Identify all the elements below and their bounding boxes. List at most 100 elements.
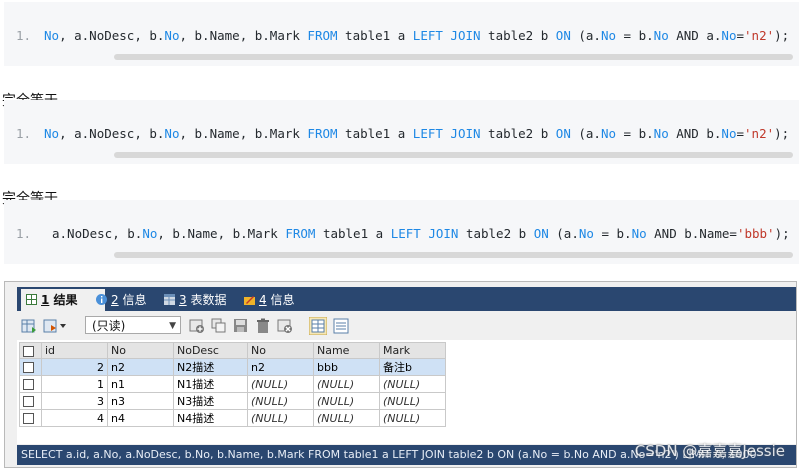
code-block-2: 1. No, a.NoDesc, b.No, b.Name, b.Mark FR… <box>4 100 799 164</box>
sql-keyword: No <box>721 28 737 43</box>
table-cell[interactable]: 4 <box>41 409 108 427</box>
sql-text: , b.Name, b.Mark <box>157 226 286 241</box>
table-cell[interactable]: n3 <box>107 392 174 410</box>
table-cell[interactable]: N1描述 <box>173 375 248 393</box>
code-line: 1. a.NoDesc, b.No, b.Name, b.Mark FROM t… <box>4 226 799 246</box>
sql-text: ); <box>774 226 790 241</box>
table-cell[interactable]: (NULL) <box>247 409 314 427</box>
sql-text: table2 b <box>480 126 556 141</box>
row-checkbox-cell[interactable] <box>19 375 42 393</box>
sql-keyword: No <box>164 126 180 141</box>
result-grid-area: id No NoDesc No Name Mark 2 n2 N2描述 n2 b… <box>17 340 796 444</box>
read-only-mode-select[interactable]: (只读) ▼ <box>85 316 181 334</box>
horizontal-scrollbar[interactable] <box>114 252 793 258</box>
column-header[interactable]: Mark <box>379 342 446 359</box>
table-cell[interactable]: n4 <box>107 409 174 427</box>
table-cell[interactable]: N4描述 <box>173 409 248 427</box>
table-cell[interactable]: (NULL) <box>379 375 446 393</box>
column-header[interactable]: Name <box>313 342 380 359</box>
sql-text: AND a. <box>668 28 722 43</box>
header-row: id No NoDesc No Name Mark <box>19 342 446 359</box>
sql-keyword: No <box>721 126 737 141</box>
cancel-changes-icon[interactable] <box>277 318 293 334</box>
tab-label: 结果 <box>53 293 78 307</box>
sql-text: AND b. <box>668 126 722 141</box>
checkbox[interactable] <box>23 396 34 407</box>
column-header[interactable]: No <box>107 342 174 359</box>
table-row[interactable]: 4 n4 N4描述 (NULL) (NULL) (NULL) <box>19 409 446 427</box>
table-cell[interactable]: (NULL) <box>313 375 380 393</box>
sql-text: = b. <box>593 226 632 241</box>
table-cell[interactable]: (NULL) <box>313 409 380 427</box>
table-row[interactable]: 2 n2 N2描述 n2 bbb 备注b <box>19 358 446 376</box>
column-header[interactable]: id <box>41 342 108 359</box>
horizontal-scrollbar[interactable] <box>114 152 793 158</box>
sql-text: = <box>736 126 745 141</box>
table-cell[interactable]: N3描述 <box>173 392 248 410</box>
checkbox[interactable] <box>23 379 34 390</box>
horizontal-scrollbar[interactable] <box>114 54 793 60</box>
table-row[interactable]: 1 n1 N1描述 (NULL) (NULL) (NULL) <box>19 375 446 393</box>
checkbox[interactable] <box>23 362 34 373</box>
sql-keyword: LEFT JOIN <box>412 126 481 141</box>
row-checkbox-cell[interactable] <box>19 358 42 376</box>
delete-icon[interactable] <box>255 318 271 334</box>
sql-keyword: No <box>653 28 669 43</box>
sql-keyword: No <box>44 126 60 141</box>
table-cell[interactable]: bbb <box>313 358 380 376</box>
tab-number: 1 <box>41 293 50 307</box>
table-cell[interactable]: n1 <box>107 375 174 393</box>
table-cell[interactable]: n2 <box>107 358 174 376</box>
table-cell[interactable]: (NULL) <box>379 392 446 410</box>
save-icon[interactable] <box>233 318 249 334</box>
table-cell[interactable]: 3 <box>41 392 108 410</box>
select-all-column[interactable] <box>19 342 42 359</box>
sql-keyword: No <box>631 226 647 241</box>
table-cell[interactable]: (NULL) <box>247 392 314 410</box>
table-cell[interactable]: (NULL) <box>379 409 446 427</box>
code-block-1: 1. No, a.NoDesc, b.No, b.Name, b.Mark FR… <box>4 2 799 66</box>
form-view-icon[interactable] <box>333 318 349 334</box>
sql-keyword: ON <box>555 126 571 141</box>
table-cell[interactable]: n2 <box>247 358 314 376</box>
row-checkbox-cell[interactable] <box>19 392 42 410</box>
import-dropdown-icon[interactable] <box>43 318 67 334</box>
watermark: CSDN @嘉嘉嘉Jessie <box>634 442 785 460</box>
sql-keyword: No <box>44 28 60 43</box>
tab-info[interactable]: 4 信息 <box>239 289 323 311</box>
code-text: No, a.NoDesc, b.No, b.Name, b.Mark FROM … <box>44 126 789 141</box>
sql-text: table1 a <box>337 28 413 43</box>
export-icon[interactable] <box>21 318 37 334</box>
row-checkbox-cell[interactable] <box>19 409 42 427</box>
sql-text: (a. <box>570 28 601 43</box>
tab-label: 信息 <box>270 293 295 307</box>
sql-string: 'bbb' <box>736 226 775 241</box>
table-row[interactable]: 3 n3 N3描述 (NULL) (NULL) (NULL) <box>19 392 446 410</box>
table-cell[interactable]: 备注b <box>379 358 446 376</box>
table-cell[interactable]: N2描述 <box>173 358 248 376</box>
duplicate-row-icon[interactable] <box>211 318 227 334</box>
table-cell[interactable]: 2 <box>41 358 108 376</box>
add-row-icon[interactable] <box>189 318 205 334</box>
checkbox[interactable] <box>23 413 34 424</box>
column-header[interactable]: NoDesc <box>173 342 248 359</box>
sql-text: (a. <box>548 226 579 241</box>
tab-table-data[interactable]: 3 表数据 <box>159 289 251 311</box>
sql-keyword: No <box>600 28 617 43</box>
tab-messages[interactable]: 2 信息 <box>91 289 169 311</box>
table-cell[interactable]: (NULL) <box>313 392 380 410</box>
table-cell[interactable]: 1 <box>41 375 108 393</box>
sql-keyword: No <box>653 126 669 141</box>
tab-number: 3 <box>179 293 187 307</box>
grid-icon <box>26 294 37 305</box>
sql-text: table2 b <box>458 226 534 241</box>
table-cell[interactable]: (NULL) <box>247 375 314 393</box>
sql-text: (a. <box>570 126 601 141</box>
checkbox[interactable] <box>23 345 34 357</box>
column-header[interactable]: No <box>247 342 314 359</box>
result-tabs: 1 结果 2 信息 3 表数据 4 信息 <box>17 287 796 311</box>
sql-text: = b. <box>616 126 654 141</box>
grid-view-icon[interactable] <box>309 317 327 335</box>
sql-keyword: LEFT JOIN <box>412 28 481 43</box>
sql-text: AND b.Name= <box>646 226 737 241</box>
